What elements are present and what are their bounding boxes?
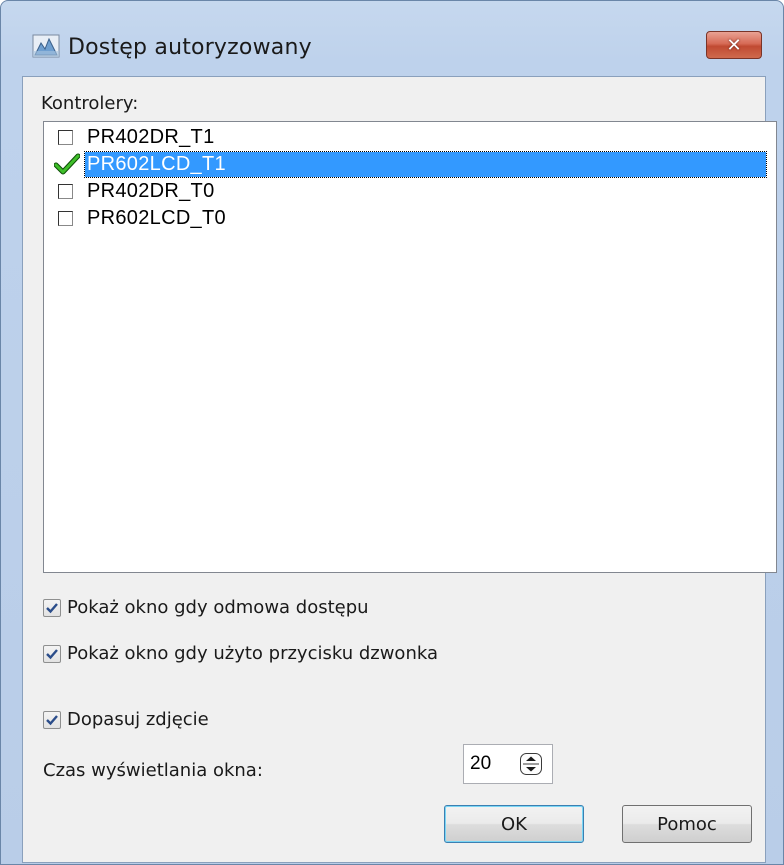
option-label: Pokaż okno gdy użyto przycisku dzwonka (67, 643, 438, 664)
list-item[interactable]: PR402DR_T1 (48, 124, 766, 150)
checkmark-icon[interactable] (54, 153, 80, 174)
ok-button[interactable]: OK (444, 805, 584, 843)
title-bar[interactable]: Dostęp autoryzowany ✕ (1, 1, 783, 61)
checkbox-checked-icon[interactable] (43, 644, 61, 663)
display-time-label: Czas wyświetlania okna: (43, 760, 263, 781)
help-button[interactable]: Pomoc (622, 805, 752, 843)
list-item-label: PR402DR_T0 (87, 179, 215, 202)
checkbox-icon[interactable] (58, 129, 73, 145)
list-item[interactable]: PR602LCD_T1 (48, 150, 767, 178)
close-icon: ✕ (726, 34, 742, 56)
controllers-label: Kontrolery: (41, 93, 139, 114)
option-label: Dopasuj zdjęcie (67, 709, 209, 730)
checkbox-checked-icon[interactable] (43, 710, 61, 729)
list-item[interactable]: PR602LCD_T0 (48, 205, 766, 231)
checkbox-icon[interactable] (58, 210, 73, 226)
option-label: Pokaż okno gdy odmowa dostępu (67, 597, 369, 618)
display-time-spinner[interactable]: 20 (463, 744, 553, 784)
controllers-listbox[interactable]: PR402DR_T1 PR602LCD_T1 PR402DR_T0 PR602L… (43, 121, 777, 573)
option-fit-photo[interactable]: Dopasuj zdjęcie (43, 709, 209, 730)
checkbox-checked-icon[interactable] (43, 598, 61, 617)
display-time-value[interactable]: 20 (470, 753, 491, 775)
list-item-label: PR602LCD_T1 (84, 150, 767, 178)
list-item[interactable]: PR402DR_T0 (48, 178, 766, 204)
option-show-on-denied[interactable]: Pokaż okno gdy odmowa dostępu (43, 597, 369, 618)
window-title: Dostęp autoryzowany (68, 35, 312, 60)
dialog-body: Kontrolery: PR402DR_T1 PR602LCD_T1 PR402… (22, 76, 777, 863)
spin-up-down-icon[interactable] (520, 753, 542, 775)
list-item-label: PR402DR_T1 (87, 125, 215, 148)
checkbox-icon[interactable] (58, 183, 73, 199)
close-button[interactable]: ✕ (706, 31, 762, 59)
list-item-label: PR602LCD_T0 (87, 206, 226, 229)
app-icon (32, 34, 60, 58)
option-show-on-bell[interactable]: Pokaż okno gdy użyto przycisku dzwonka (43, 643, 438, 664)
dialog-window: Dostęp autoryzowany ✕ Kontrolery: PR402D… (0, 0, 784, 865)
